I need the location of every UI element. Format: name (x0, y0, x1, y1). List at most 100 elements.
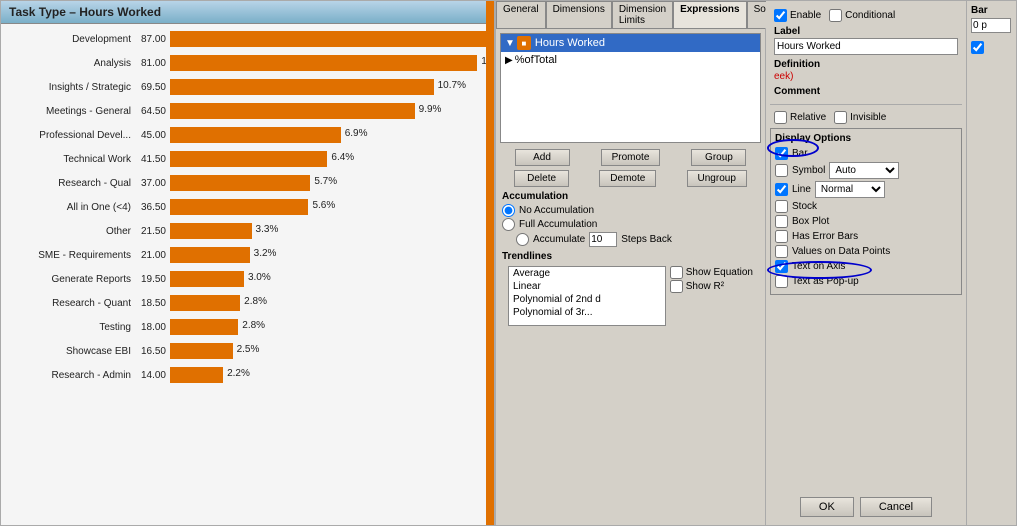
box-plot-checkbox[interactable] (775, 215, 788, 228)
bar-side-panel: Bar (966, 1, 1016, 525)
trendline-item[interactable]: Polynomial of 3r... (509, 306, 665, 319)
add-button[interactable]: Add (515, 149, 570, 166)
stock-checkbox[interactable] (775, 200, 788, 213)
invisible-label: Invisible (850, 112, 886, 123)
accumulate-radio[interactable] (516, 233, 529, 246)
bar-label: All in One (<4) (5, 202, 135, 213)
expr-expand-row[interactable]: ▶%ofTotal (501, 52, 760, 68)
line-checkbox[interactable] (775, 183, 788, 196)
box-plot-opt-row: Box Plot (775, 215, 957, 228)
expr-item[interactable]: ▶%ofTotal (501, 52, 760, 68)
relative-checkbox[interactable] (774, 111, 787, 124)
trendline-item[interactable]: Average (509, 267, 665, 280)
symbol-select[interactable]: Auto (829, 162, 899, 179)
bar-side-checkbox[interactable] (971, 41, 984, 54)
expr-label: Hours Worked (535, 37, 605, 49)
steps-row: Accumulate Steps Back (502, 232, 759, 247)
accumulate-label: Accumulate (533, 234, 585, 245)
no-accumulation-radio[interactable] (502, 204, 515, 217)
bar-value: 18.50 (135, 298, 170, 309)
trendlines-area: AverageLinearPolynomial of 2nd dPolynomi… (502, 264, 759, 328)
expression-list[interactable]: ▼■Hours Worked▶%ofTotal (500, 33, 761, 143)
invisible-check-row: Invisible (834, 111, 886, 124)
text-axis-checkbox[interactable] (775, 260, 788, 273)
line-opt-row: Line Normal (775, 181, 957, 198)
text-popup-checkbox[interactable] (775, 275, 788, 288)
expr-expand-row[interactable]: ▼■Hours Worked (501, 34, 760, 52)
bar-container: 10.7% (170, 79, 494, 95)
trendlines-options: Show Equation Show R² (670, 266, 753, 326)
conditional-checkbox[interactable] (829, 9, 842, 22)
comment-title: Comment (774, 86, 958, 97)
show-r2-checkbox[interactable] (670, 280, 683, 293)
trendline-item[interactable]: Polynomial of 2nd d (509, 293, 665, 306)
bar-value: 41.50 (135, 154, 170, 165)
bar-pct: 9.9% (419, 104, 442, 115)
symbol-checkbox[interactable] (775, 164, 788, 177)
side-strip (486, 1, 494, 525)
bar-pct: 2.2% (227, 368, 250, 379)
bar-row: Other21.503.3% (5, 220, 494, 242)
line-select[interactable]: Normal (815, 181, 885, 198)
bar-value: 21.00 (135, 250, 170, 261)
bar-value: 21.50 (135, 226, 170, 237)
promote-button[interactable]: Promote (601, 149, 661, 166)
config-panel: GeneralDimensionsDimension LimitsExpress… (496, 1, 766, 525)
bar-pct: 6.4% (331, 152, 354, 163)
delete-button[interactable]: Delete (514, 170, 569, 187)
bar-label: Research - Admin (5, 370, 135, 381)
bar-row: Generate Reports19.503.0% (5, 268, 494, 290)
expand-icon: ▶ (505, 55, 513, 66)
ok-button[interactable]: OK (800, 497, 854, 517)
bar-container: 6.4% (170, 151, 494, 167)
enable-check-row: Enable (774, 9, 821, 22)
tab-general[interactable]: General (496, 1, 546, 28)
accumulation-title: Accumulation (502, 191, 759, 202)
bar-row: Meetings - General64.509.9% (5, 100, 494, 122)
bar-fill (170, 223, 252, 239)
bar-label: SME - Requirements (5, 250, 135, 261)
bar-value: 87.00 (135, 34, 170, 45)
error-bars-checkbox[interactable] (775, 230, 788, 243)
tab-expressions[interactable]: Expressions (673, 1, 746, 28)
right-panel: GeneralDimensionsDimension LimitsExpress… (495, 0, 1017, 526)
values-checkbox[interactable] (775, 245, 788, 258)
display-options-section: Display Options Bar Symbol Auto Line Nor… (770, 128, 962, 295)
bar-container: 2.5% (170, 343, 494, 359)
tab-dimension-limits[interactable]: Dimension Limits (612, 1, 673, 28)
error-bars-opt-row: Has Error Bars (775, 230, 957, 243)
bar-row: Research - Quant18.502.8% (5, 292, 494, 314)
steps-input[interactable] (589, 232, 617, 247)
show-equation-checkbox[interactable] (670, 266, 683, 279)
group-button[interactable]: Group (691, 149, 746, 166)
bar-pct: 6.9% (345, 128, 368, 139)
invisible-checkbox[interactable] (834, 111, 847, 124)
expr-item[interactable]: ▼■Hours Worked (501, 34, 760, 52)
bottom-buttons: OK Cancel (770, 493, 962, 521)
bar-container: 5.6% (170, 199, 494, 215)
show-equation-label: Show Equation (686, 267, 753, 278)
stock-opt-row: Stock (775, 200, 957, 213)
bar-label: Generate Reports (5, 274, 135, 285)
trendline-item[interactable]: Linear (509, 280, 665, 293)
trendlines-list[interactable]: AverageLinearPolynomial of 2nd dPolynomi… (508, 266, 666, 326)
tabs-row: GeneralDimensionsDimension LimitsExpress… (496, 1, 765, 29)
label-input[interactable] (774, 38, 958, 55)
bar-label: Testing (5, 322, 135, 333)
bar-checkbox[interactable] (775, 147, 788, 160)
bar-fill (170, 319, 238, 335)
ungroup-button[interactable]: Ungroup (687, 170, 747, 187)
bar-fill (170, 199, 308, 215)
box-plot-label: Box Plot (792, 216, 829, 227)
enable-checkbox[interactable] (774, 9, 787, 22)
bar-side-input[interactable] (971, 18, 1011, 33)
bar-row: Showcase EBI16.502.5% (5, 340, 494, 362)
bar-label: Showcase EBI (5, 346, 135, 357)
cancel-button[interactable]: Cancel (860, 497, 932, 517)
values-label: Values on Data Points (792, 246, 890, 257)
tab-dimensions[interactable]: Dimensions (546, 1, 612, 28)
demote-button[interactable]: Demote (599, 170, 656, 187)
bar-container: 2.2% (170, 367, 494, 383)
full-accumulation-radio[interactable] (502, 218, 515, 231)
stock-label: Stock (792, 201, 817, 212)
